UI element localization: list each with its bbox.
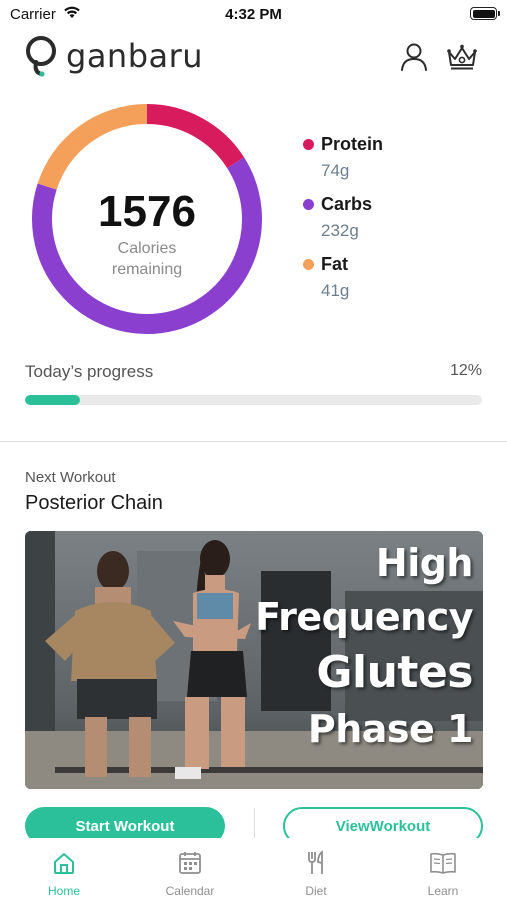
carbs-value: 232g: [321, 221, 359, 240]
next-workout-label: Next Workout: [25, 469, 116, 486]
tab-learn[interactable]: Learn: [398, 850, 488, 898]
calories-label-line2: remaining: [111, 261, 183, 278]
status-bar: Carrier 4:32 PM: [0, 0, 507, 28]
calorie-ring: 1576 Calories remaining: [30, 102, 264, 336]
calories-remaining-value: 1576: [98, 187, 196, 236]
calorie-summary: 1576 Calories remaining: [30, 188, 264, 280]
workout-title: Posterior Chain: [25, 492, 163, 514]
legend-item-protein: Protein 74g: [303, 134, 483, 194]
app-name: ganbaru: [66, 37, 204, 75]
image-text-line2: Frequency: [255, 595, 473, 639]
protein-value: 74g: [321, 161, 350, 180]
profile-icon[interactable]: [398, 40, 430, 72]
logo-mark-icon: [26, 36, 56, 77]
protein-dot: [303, 139, 314, 150]
tab-calendar[interactable]: Calendar: [145, 850, 235, 898]
book-icon: [430, 852, 456, 874]
carbs-label: Carbs: [321, 194, 373, 214]
tab-learn-label: Learn: [427, 884, 459, 898]
clock-time: 4:32 PM: [225, 6, 282, 23]
legend-item-carbs: Carbs 232g: [303, 194, 483, 254]
progress-label: Today’s progress: [25, 362, 154, 381]
image-text-line1: High: [375, 541, 474, 585]
home-icon: [54, 853, 74, 874]
tab-calendar-label: Calendar: [165, 884, 215, 898]
progress-bar: [25, 395, 482, 405]
progress-percent: 12%: [449, 362, 482, 379]
progress-bar-fill: [25, 395, 80, 405]
app-logo: ganbaru: [24, 34, 203, 78]
app-header: ganbaru: [0, 32, 507, 80]
calendar-icon: [179, 852, 201, 874]
protein-label: Protein: [321, 134, 384, 154]
fat-value: 41g: [321, 281, 350, 300]
fork-knife-icon: [308, 850, 323, 874]
image-text-line4: Phase 1: [307, 707, 474, 751]
donut-segment-fat: [37, 104, 148, 190]
macro-legend: Protein 74g Carbs 232g Fat 41g: [303, 134, 483, 314]
calories-label-line1: Calories: [117, 240, 177, 257]
battery-icon: [470, 7, 500, 20]
tab-diet-label: Diet: [305, 884, 327, 898]
crown-icon[interactable]: [444, 40, 480, 72]
bottom-tab-bar: Home Calendar Diet Learn: [0, 838, 507, 900]
carbs-dot: [303, 199, 314, 210]
donut-segment-protein: [146, 104, 245, 169]
legend-item-fat: Fat 41g: [303, 254, 483, 314]
section-divider: [0, 441, 507, 442]
image-text-line3: Glutes: [316, 647, 473, 698]
tab-diet[interactable]: Diet: [271, 850, 361, 898]
fat-label: Fat: [321, 254, 348, 274]
workout-thumbnail[interactable]: High Frequency Glutes Phase 1: [25, 531, 483, 789]
tab-home[interactable]: Home: [19, 850, 109, 898]
tab-home-label: Home: [47, 884, 80, 898]
fat-dot: [303, 259, 314, 270]
button-separator: [254, 808, 255, 840]
